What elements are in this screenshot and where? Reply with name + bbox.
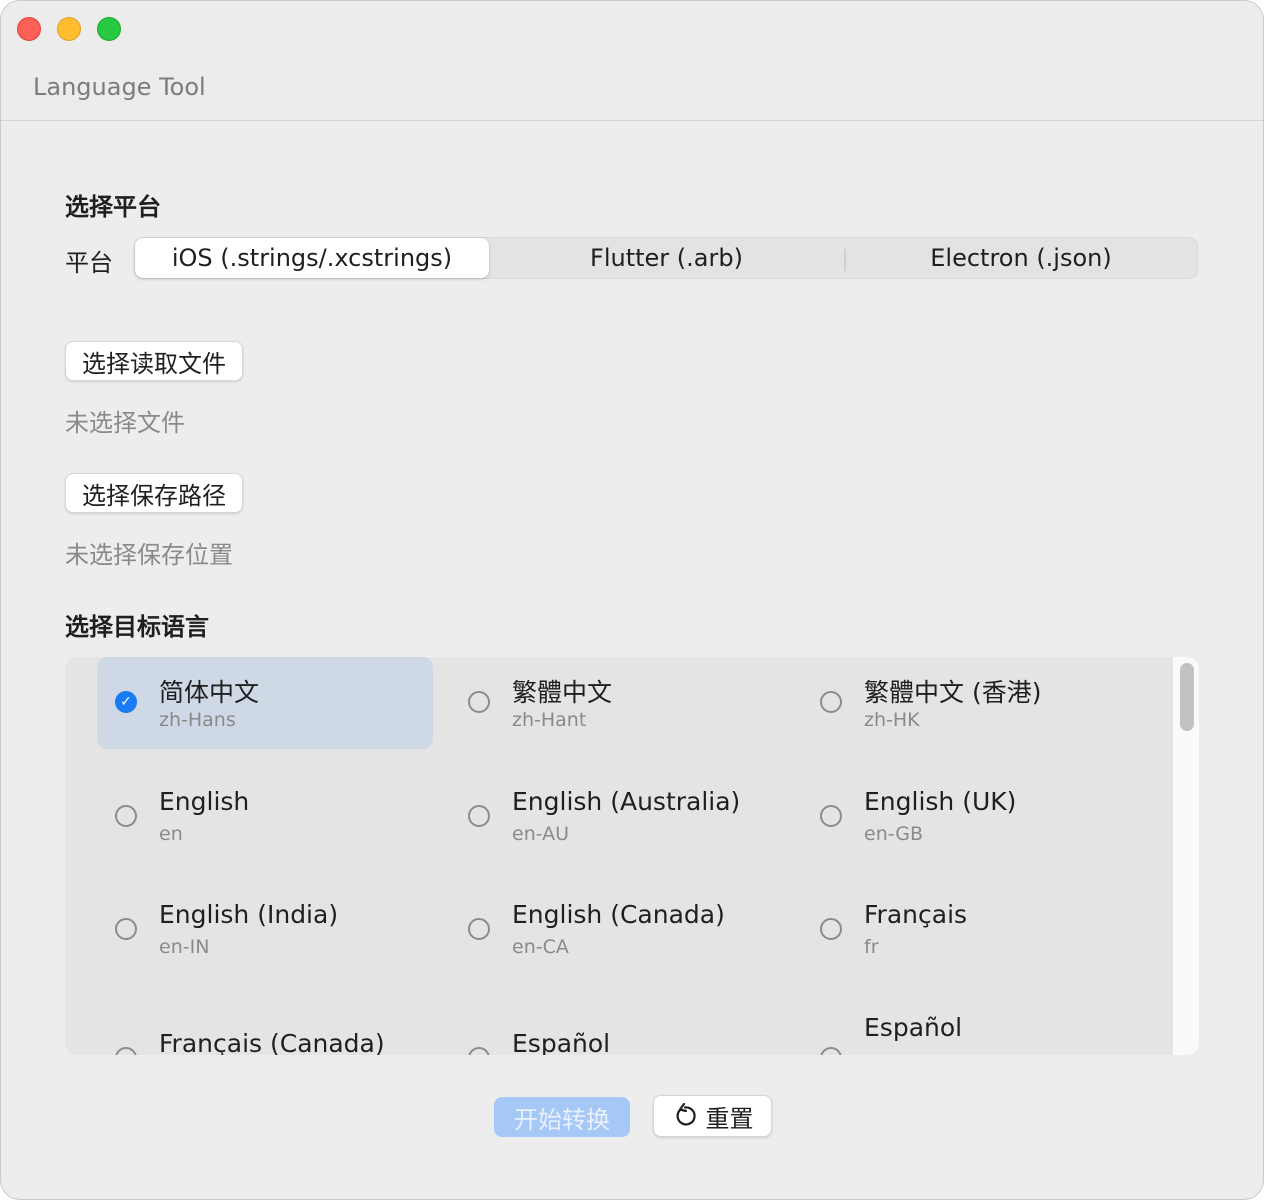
radio-icon[interactable] <box>468 805 490 827</box>
start-conversion-button[interactable]: 开始转换 <box>494 1097 630 1137</box>
read-file-status: 未选择文件 <box>65 409 185 437</box>
language-option-zh-hant[interactable]: 繁體中文 zh-Hant <box>450 657 786 749</box>
language-option-fr[interactable]: Français fr <box>802 884 1138 976</box>
language-name: 繁體中文 <box>512 678 613 707</box>
language-code: en-GB <box>864 823 924 845</box>
platform-option-electron[interactable]: Electron (.json) <box>844 238 1198 278</box>
title-bar: Language Tool <box>1 1 1263 121</box>
language-list-scrollbar[interactable] <box>1173 657 1199 1055</box>
language-name: English (Canada) <box>512 900 725 929</box>
platform-label: 平台 <box>65 249 113 277</box>
radio-icon[interactable] <box>468 691 490 713</box>
platform-heading: 选择平台 <box>65 193 161 221</box>
language-list[interactable]: ✓ 简体中文 zh-Hans 繁體中文 zh-Hant 繁體中文 (香港) zh… <box>65 657 1199 1055</box>
language-option-en-au[interactable]: English (Australia) en-AU <box>450 771 786 863</box>
radio-icon[interactable] <box>115 805 137 827</box>
language-option-es[interactable]: Español <box>450 1013 786 1055</box>
language-option-zh-hans[interactable]: ✓ 简体中文 zh-Hans <box>97 657 433 749</box>
language-code: zh-Hans <box>159 709 236 731</box>
platform-option-flutter[interactable]: Flutter (.arb) <box>489 238 844 278</box>
app-window: Language Tool 选择平台 平台 iOS (.strings/.xcs… <box>0 0 1264 1200</box>
select-read-file-button[interactable]: 选择读取文件 <box>65 341 243 381</box>
language-option-en-in[interactable]: English (India) en-IN <box>97 884 433 976</box>
select-save-path-button[interactable]: 选择保存路径 <box>65 473 243 513</box>
language-name: 简体中文 <box>159 678 260 707</box>
save-path-status: 未选择保存位置 <box>65 541 233 569</box>
language-option-en[interactable]: English en <box>97 771 433 863</box>
language-name: Español <box>512 1029 611 1055</box>
language-option-fr-ca[interactable]: Français (Canada) <box>97 1013 433 1055</box>
radio-icon[interactable] <box>468 918 490 940</box>
language-option-es-latam[interactable]: Español <box>802 997 1138 1055</box>
language-option-zh-hk[interactable]: 繁體中文 (香港) zh-HK <box>802 657 1138 749</box>
language-option-en-ca[interactable]: English (Canada) en-CA <box>450 884 786 976</box>
platform-segmented-control: iOS (.strings/.xcstrings) Flutter (.arb)… <box>134 237 1198 279</box>
language-name: Français <box>864 900 968 929</box>
target-language-heading: 选择目标语言 <box>65 613 209 641</box>
language-name: Español <box>864 1013 963 1042</box>
platform-option-ios[interactable]: iOS (.strings/.xcstrings) <box>135 238 489 278</box>
radio-icon[interactable] <box>820 691 842 713</box>
close-window-button[interactable] <box>17 17 41 41</box>
language-name: English (Australia) <box>512 787 741 816</box>
zoom-window-button[interactable] <box>97 17 121 41</box>
language-code: en-CA <box>512 936 569 958</box>
language-option-en-gb[interactable]: English (UK) en-GB <box>802 771 1138 863</box>
language-code: zh-Hant <box>512 709 587 731</box>
language-code: en-AU <box>512 823 570 845</box>
language-name: English (UK) <box>864 787 1017 816</box>
language-name: English <box>159 787 250 816</box>
minimize-window-button[interactable] <box>57 17 81 41</box>
radio-icon[interactable] <box>820 1047 842 1055</box>
radio-icon[interactable] <box>115 918 137 940</box>
language-name: English (India) <box>159 900 339 929</box>
language-code: zh-HK <box>864 709 920 731</box>
language-code: fr <box>864 936 879 958</box>
reset-button[interactable]: 重置 <box>653 1095 772 1137</box>
language-name: 繁體中文 (香港) <box>864 678 1042 707</box>
language-code: en <box>159 823 183 845</box>
radio-icon[interactable] <box>115 1047 137 1055</box>
language-name: Français (Canada) <box>159 1029 385 1055</box>
radio-icon[interactable] <box>468 1047 490 1055</box>
reset-arrow-icon <box>676 1103 696 1126</box>
scrollbar-thumb[interactable] <box>1180 663 1194 731</box>
radio-icon[interactable] <box>820 918 842 940</box>
window-title: Language Tool <box>33 73 206 101</box>
checkmark-icon[interactable]: ✓ <box>115 691 137 713</box>
language-code: en-IN <box>159 936 210 958</box>
reset-label: 重置 <box>705 1104 754 1133</box>
radio-icon[interactable] <box>820 805 842 827</box>
